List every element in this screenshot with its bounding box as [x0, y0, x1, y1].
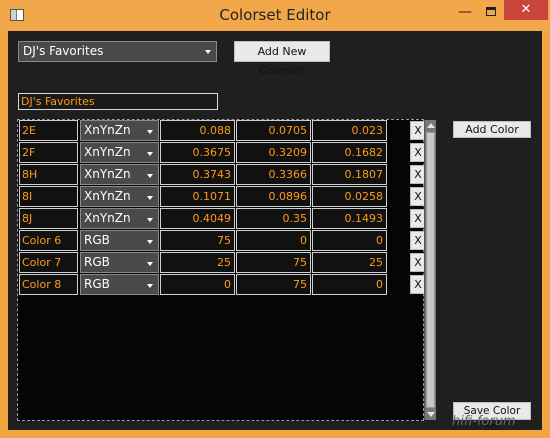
color-space-select[interactable]: XnYnZn — [80, 120, 159, 141]
color-component-field[interactable]: 0 — [312, 230, 387, 251]
color-name-field[interactable]: 8I — [19, 186, 78, 207]
chevron-down-icon — [205, 50, 211, 54]
color-component-field[interactable]: 0.3675 — [160, 142, 235, 163]
editor-client-area: DJ's Favorites Add New Colorset DJ's Fav… — [8, 31, 542, 433]
color-name-field[interactable]: 8H — [19, 164, 78, 185]
color-row: 8J XnYnZn 0.4049 0.35 0.1493 X — [19, 208, 426, 230]
color-space-value: RGB — [84, 233, 110, 247]
color-space-value: XnYnZn — [84, 211, 131, 225]
color-space-select[interactable]: XnYnZn — [80, 186, 159, 207]
color-row: 8H XnYnZn 0.3743 0.3366 0.1807 X — [19, 164, 426, 186]
add-color-button[interactable]: Add Color — [453, 121, 531, 138]
color-name-field[interactable]: Color 6 — [19, 230, 78, 251]
color-space-value: RGB — [84, 255, 110, 269]
colorset-select-value: DJ's Favorites — [23, 44, 104, 58]
color-space-value: XnYnZn — [84, 189, 131, 203]
color-component-field[interactable]: 0.1493 — [312, 208, 387, 229]
color-component-field[interactable]: 0 — [160, 274, 235, 295]
color-component-field[interactable]: 0.3366 — [236, 164, 311, 185]
color-row: 2F XnYnZn 0.3675 0.3209 0.1682 X — [19, 142, 426, 164]
color-space-value: XnYnZn — [84, 123, 131, 137]
color-space-select[interactable]: XnYnZn — [80, 142, 159, 163]
chevron-down-icon — [147, 152, 153, 156]
color-row: Color 8 RGB 0 75 0 X — [19, 274, 426, 296]
chevron-down-icon — [147, 196, 153, 200]
chevron-down-icon — [147, 174, 153, 178]
color-component-field[interactable]: 0.0896 — [236, 186, 311, 207]
color-space-value: XnYnZn — [84, 145, 131, 159]
close-button[interactable]: ✕ — [504, 0, 548, 20]
color-component-field[interactable]: 0 — [312, 274, 387, 295]
maximize-icon — [486, 7, 496, 16]
color-component-field[interactable]: 0.1807 — [312, 164, 387, 185]
title-bar[interactable]: Colorset Editor — ✕ — [0, 0, 550, 31]
color-component-field[interactable]: 75 — [236, 274, 311, 295]
color-component-field[interactable]: 0 — [236, 230, 311, 251]
color-component-field[interactable]: 0.4049 — [160, 208, 235, 229]
chevron-down-icon — [147, 218, 153, 222]
colorset-select[interactable]: DJ's Favorites — [18, 41, 217, 62]
color-row: Color 6 RGB 75 0 0 X — [19, 230, 426, 252]
color-row: 2E XnYnZn 0.088 0.0705 0.023 X — [19, 120, 426, 142]
add-new-colorset-button[interactable]: Add New Colorset — [234, 41, 330, 77]
scroll-down-icon[interactable] — [427, 412, 435, 417]
color-component-field[interactable]: 0.0705 — [236, 120, 311, 141]
colorset-name-field[interactable]: DJ's Favorites — [18, 93, 218, 110]
color-row: 8I XnYnZn 0.1071 0.0896 0.0258 X — [19, 186, 426, 208]
color-name-field[interactable]: 8J — [19, 208, 78, 229]
color-space-select[interactable]: XnYnZn — [80, 208, 159, 229]
minimize-button[interactable]: — — [452, 4, 478, 24]
color-component-field[interactable]: 0.023 — [312, 120, 387, 141]
scroll-up-icon[interactable] — [427, 123, 435, 128]
color-component-field[interactable]: 0.3743 — [160, 164, 235, 185]
color-name-field[interactable]: Color 7 — [19, 252, 78, 273]
chevron-down-icon — [147, 284, 153, 288]
color-grid: 2E XnYnZn 0.088 0.0705 0.023 X 2F XnYnZn 0.3675 0… — [17, 119, 426, 421]
color-grid-scrollbar[interactable] — [424, 120, 436, 420]
scrollbar-thumb[interactable] — [426, 132, 435, 408]
color-component-field[interactable]: 25 — [160, 252, 235, 273]
watermark-text: hifi-forum — [452, 414, 516, 429]
color-name-field[interactable]: 2F — [19, 142, 78, 163]
color-name-field[interactable]: Color 8 — [19, 274, 78, 295]
color-row: Color 7 RGB 25 75 25 X — [19, 252, 426, 274]
color-space-select[interactable]: RGB — [80, 230, 159, 251]
color-component-field[interactable]: 0.35 — [236, 208, 311, 229]
color-space-value: RGB — [84, 277, 110, 291]
color-component-field[interactable]: 75 — [160, 230, 235, 251]
color-component-field[interactable]: 0.088 — [160, 120, 235, 141]
color-component-field[interactable]: 25 — [312, 252, 387, 273]
color-space-value: XnYnZn — [84, 167, 131, 181]
colorset-editor-window: Colorset Editor — ✕ DJ's Favorites Add N… — [0, 0, 550, 438]
color-component-field[interactable]: 0.0258 — [312, 186, 387, 207]
color-space-select[interactable]: XnYnZn — [80, 164, 159, 185]
chevron-down-icon — [147, 130, 153, 134]
color-name-field[interactable]: 2E — [19, 120, 78, 141]
chevron-down-icon — [147, 262, 153, 266]
color-component-field[interactable]: 0.3209 — [236, 142, 311, 163]
color-component-field[interactable]: 0.1071 — [160, 186, 235, 207]
color-space-select[interactable]: RGB — [80, 274, 159, 295]
color-component-field[interactable]: 0.1682 — [312, 142, 387, 163]
maximize-button[interactable] — [478, 3, 504, 23]
color-component-field[interactable]: 75 — [236, 252, 311, 273]
color-space-select[interactable]: RGB — [80, 252, 159, 273]
chevron-down-icon — [147, 240, 153, 244]
